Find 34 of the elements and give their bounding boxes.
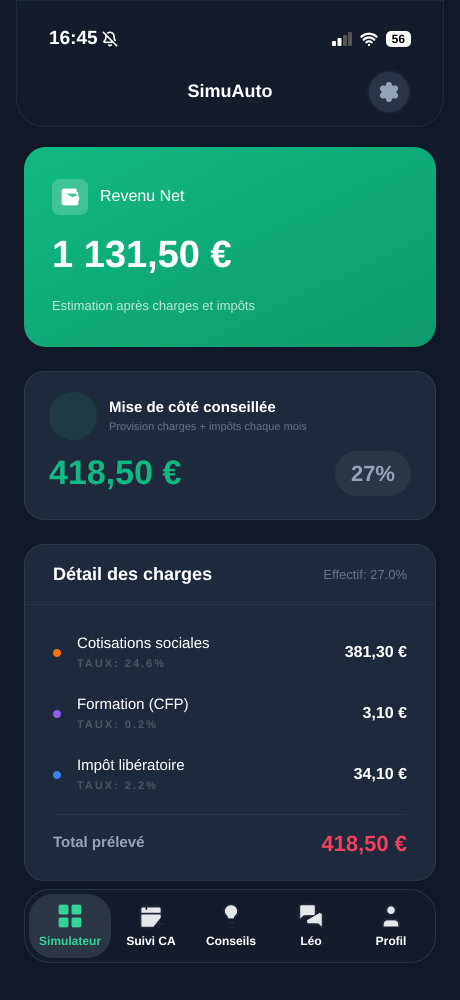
tab-item[interactable]: Conseils <box>191 894 272 958</box>
savings-amount: 418,50 € <box>49 453 182 494</box>
charges-title: Détail des charges <box>53 563 212 586</box>
tab-item[interactable]: Suivi CA <box>111 894 192 958</box>
charge-name: Formation (CFP) <box>77 695 190 715</box>
card-caption: Estimation après charges et impôts <box>52 296 256 315</box>
charge-amount: 381,30 € <box>344 642 407 662</box>
card-label: Revenu Net <box>100 186 184 206</box>
charge-name: Impôt libératoire <box>77 756 186 776</box>
app-title: SimuAuto <box>188 80 272 103</box>
tab-item[interactable]: Simulateur <box>29 894 112 958</box>
wallet-icon <box>52 178 88 214</box>
settings-button[interactable] <box>367 70 411 114</box>
status-time: 16:45 <box>49 27 98 51</box>
wifi-icon <box>360 30 378 48</box>
tab-item[interactable]: Léo <box>271 894 352 958</box>
chat-bubbles-icon <box>297 902 326 930</box>
battery-level: 56 <box>386 31 411 48</box>
net-income-amount: 1 131,50 € <box>52 232 233 278</box>
bell-muted-icon <box>102 31 118 48</box>
signal-icon <box>332 32 352 46</box>
total-amount: 418,50 € <box>321 830 407 858</box>
effective-rate: Effectif: 27.0% <box>323 566 407 584</box>
savings-title: Mise de côté conseillée <box>109 398 277 418</box>
charge-name: Cotisations sociales <box>77 634 211 654</box>
tab-item[interactable]: Profil <box>351 894 432 958</box>
rate-badge: 27% <box>334 451 411 496</box>
total-label: Total prélevé <box>53 833 144 854</box>
settings-icon <box>378 80 400 102</box>
calendar-plus-icon <box>137 902 166 930</box>
savings-subtitle: Provision charges + impôts chaque mois <box>109 420 307 435</box>
charge-amount: 34,10 € <box>354 764 407 784</box>
charge-amount: 3,10 € <box>362 704 407 724</box>
grid-icon <box>56 902 84 930</box>
